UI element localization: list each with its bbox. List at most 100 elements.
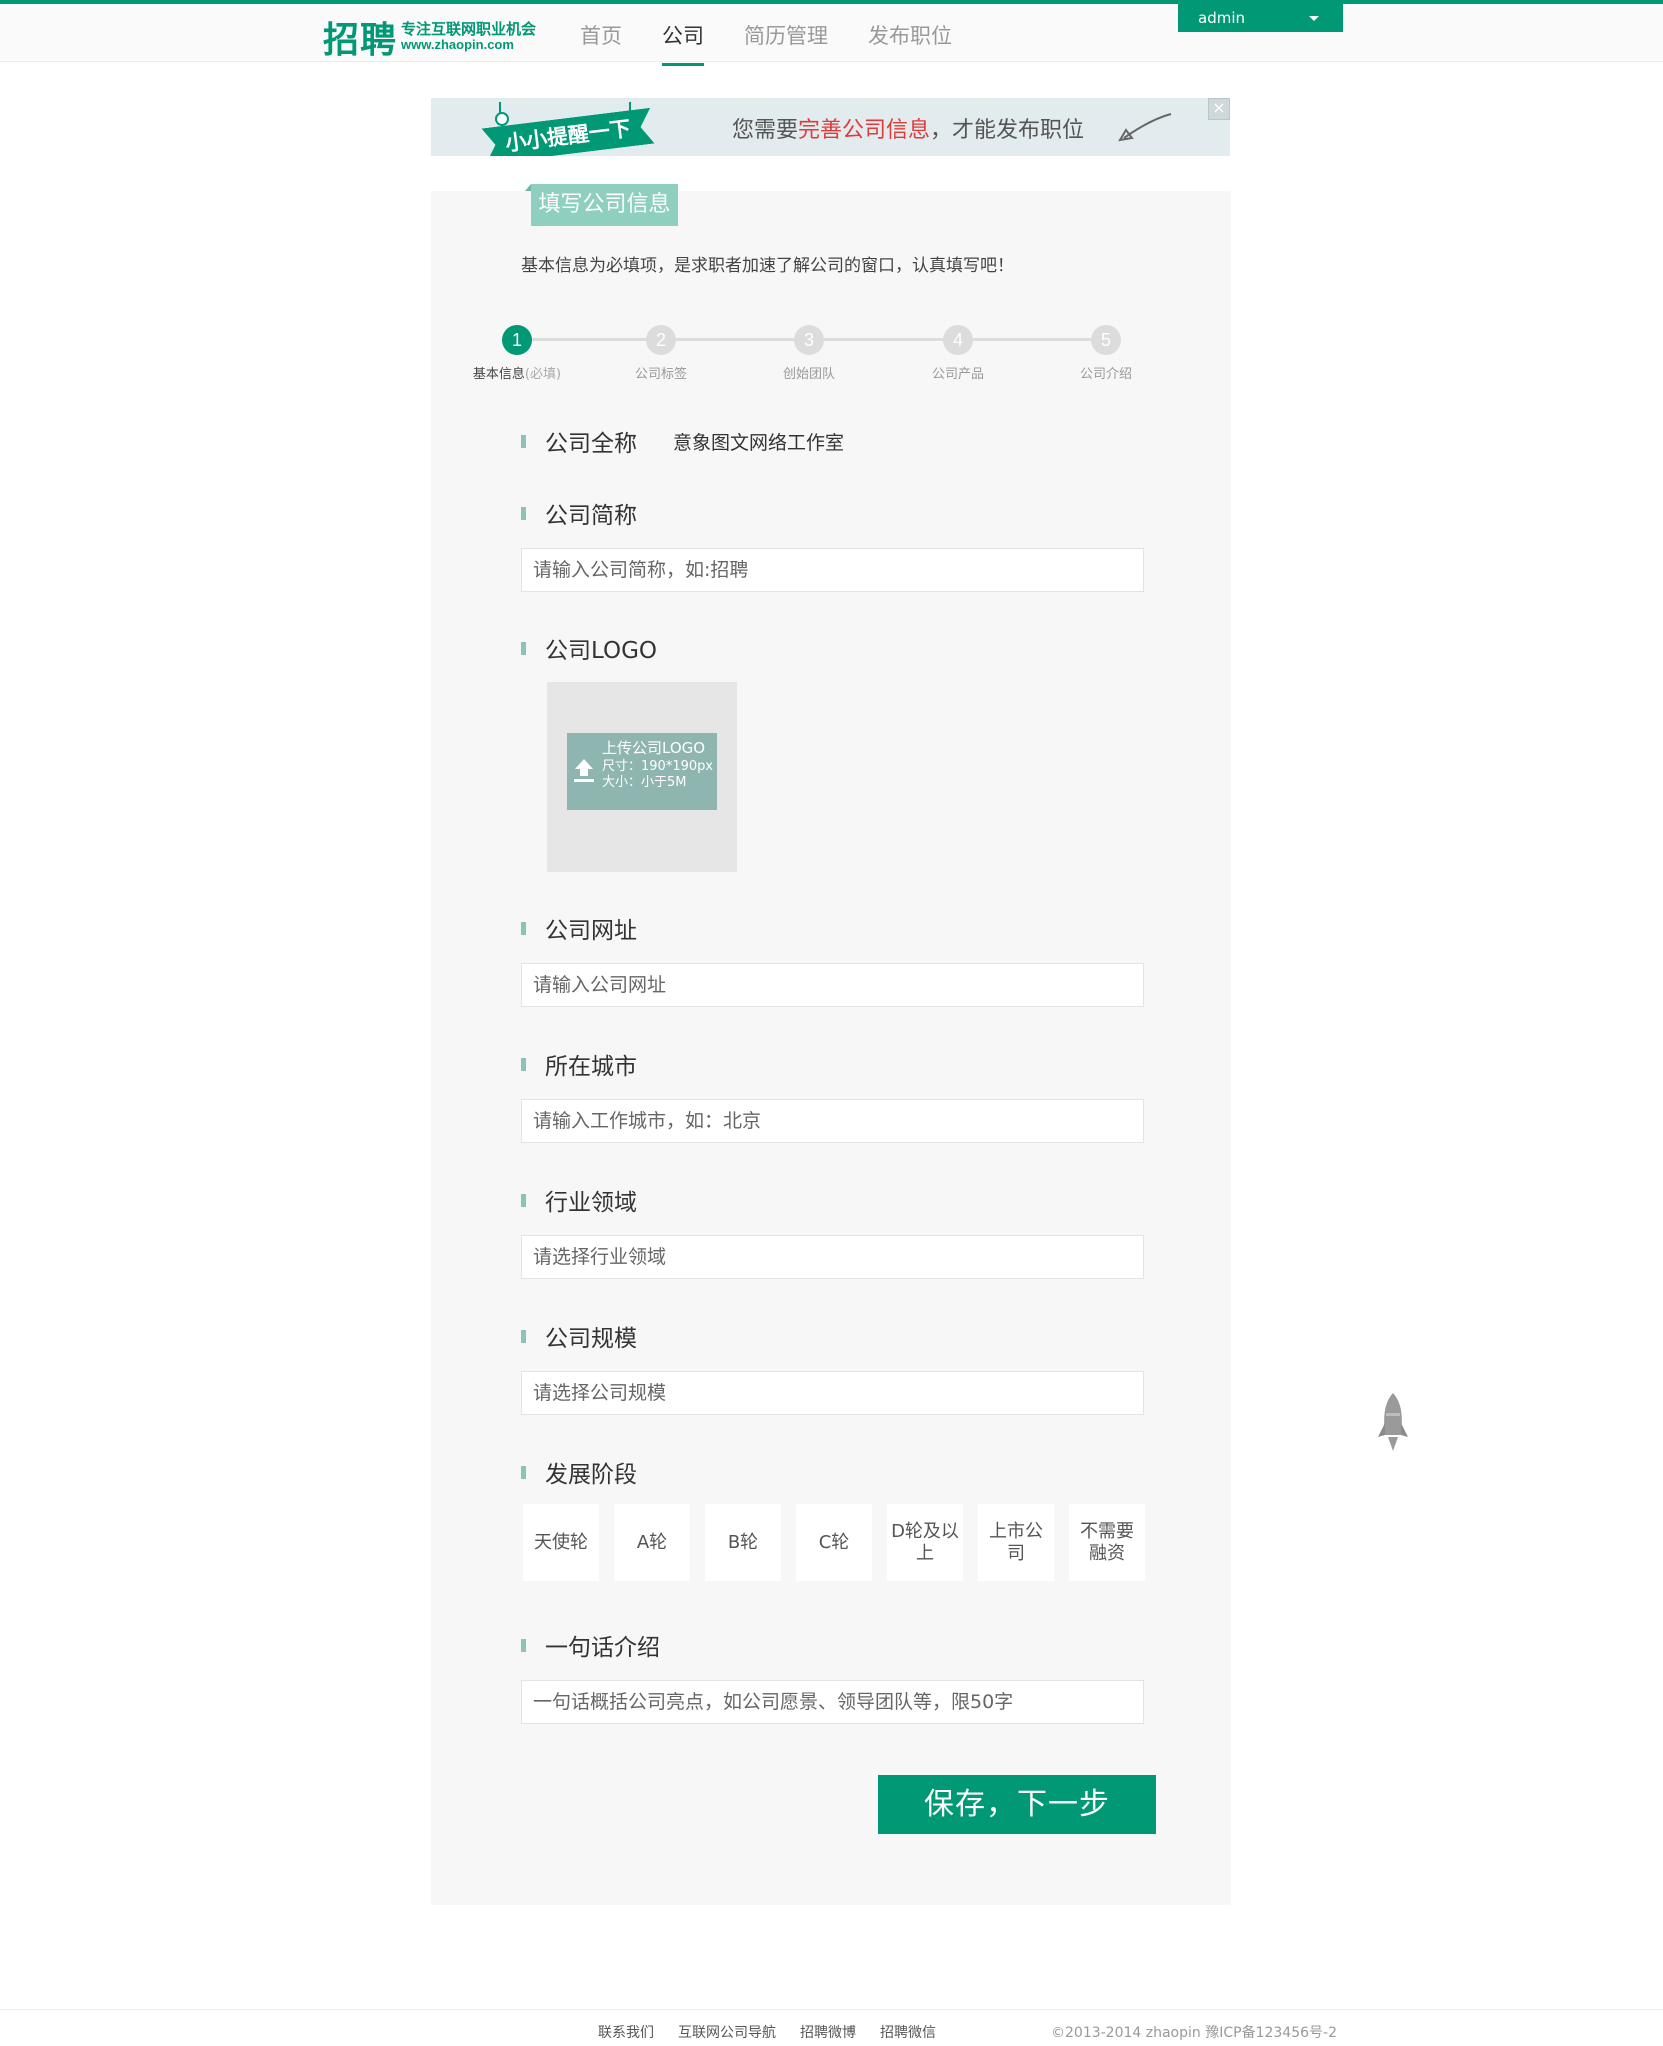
stage-option-no-funding[interactable]: 不需要融资 xyxy=(1069,1504,1145,1581)
field-website-label: 公司网址 xyxy=(545,918,637,944)
site-logo[interactable]: 招聘 专注互联网职业机会 www.zhaopin.com xyxy=(323,14,537,61)
field-marker xyxy=(521,921,526,935)
field-short-name: 公司简称 xyxy=(521,496,637,530)
footer-link-contact[interactable]: 联系我们 xyxy=(598,2022,654,2042)
nav-home[interactable]: 首页 xyxy=(580,8,622,66)
logo-slogan: 专注互联网职业机会 xyxy=(401,19,537,38)
step-1-dot[interactable]: 1 xyxy=(502,325,532,355)
logo-sub: 专注互联网职业机会 www.zhaopin.com xyxy=(401,19,537,53)
footer-link-company-nav[interactable]: 互联网公司导航 xyxy=(678,2022,776,2042)
step-4-dot[interactable]: 4 xyxy=(943,325,973,355)
field-marker xyxy=(521,1465,526,1479)
field-scale-label: 公司规模 xyxy=(545,1326,637,1352)
user-menu[interactable]: admin xyxy=(1178,4,1343,32)
upload-size: 尺寸：190*190px xyxy=(602,758,714,774)
upload-limit: 大小：小于5M xyxy=(602,775,687,791)
field-marker xyxy=(521,1057,526,1071)
field-intro-label: 一句话介绍 xyxy=(545,1635,660,1661)
logo-upload-area: 上传公司LOGO 尺寸：190*190px 大小：小于5M xyxy=(547,682,737,872)
field-logo-label: 公司LOGO xyxy=(545,638,658,664)
field-marker xyxy=(521,641,526,655)
reminder-text-before: 您需要 xyxy=(732,118,799,143)
step-3-dot[interactable]: 3 xyxy=(794,325,824,355)
step-2-label: 公司标签 xyxy=(634,367,687,382)
field-marker xyxy=(521,1638,526,1652)
full-name-value: 意象图文网络工作室 xyxy=(673,431,845,454)
site-footer: 联系我们 互联网公司导航 招聘微博 招聘微信 ©2013-2014 zhaopi… xyxy=(0,2009,1663,2046)
nav-post-job[interactable]: 发布职位 xyxy=(868,8,952,66)
save-next-button[interactable]: 保存，下一步 xyxy=(878,1775,1156,1834)
chevron-down-icon xyxy=(1309,16,1319,21)
field-marker xyxy=(521,434,526,448)
step-connector xyxy=(824,338,943,341)
stage-option-angel[interactable]: 天使轮 xyxy=(523,1504,599,1581)
step-connector xyxy=(676,338,794,341)
field-city-label: 所在城市 xyxy=(545,1054,637,1080)
step-connector xyxy=(973,338,1091,341)
nav-company[interactable]: 公司 xyxy=(662,8,704,66)
field-website: 公司网址 xyxy=(521,911,637,945)
step-connector xyxy=(532,338,646,341)
step-4-label: 公司产品 xyxy=(931,367,984,382)
reminder-text: 您需要完善公司信息，才能发布职位 xyxy=(732,112,1084,144)
field-industry: 行业领域 xyxy=(521,1183,637,1217)
field-marker xyxy=(521,1329,526,1343)
nav-resume[interactable]: 简历管理 xyxy=(744,8,828,66)
arrow-icon xyxy=(1118,113,1172,142)
stage-option-d-plus[interactable]: D轮及以上 xyxy=(887,1504,963,1581)
reminder-text-highlight: 完善公司信息 xyxy=(798,118,931,143)
logo-main-text: 招聘 xyxy=(323,20,398,61)
field-short-name-label: 公司简称 xyxy=(545,503,637,529)
stage-option-listed[interactable]: 上市公司 xyxy=(978,1504,1054,1581)
scale-select[interactable]: 请选择公司规模 xyxy=(521,1371,1144,1415)
progress-steps: 1 2 3 4 5 基本信息(必填) 公司标签 创始团队 公司产品 公司介绍 xyxy=(473,323,1171,393)
field-stage-label: 发展阶段 xyxy=(545,1462,637,1488)
footer-link-wechat[interactable]: 招聘微信 xyxy=(880,2022,936,2042)
company-form-card: 填写公司信息 基本信息为必填项，是求职者加速了解公司的窗口，认真填写吧！ 1 2… xyxy=(431,184,1231,1905)
reminder-ribbon: 小小提醒一下 xyxy=(483,102,653,156)
field-logo: 公司LOGO xyxy=(521,631,657,665)
stage-option-b[interactable]: B轮 xyxy=(705,1504,781,1581)
step-2-dot[interactable]: 2 xyxy=(646,325,676,355)
logo-url: www.zhaopin.com xyxy=(401,37,514,53)
upload-info: 上传公司LOGO 尺寸：190*190px 大小：小于5M xyxy=(602,739,713,792)
upload-icon xyxy=(574,759,594,782)
intro-input[interactable]: 一句话概括公司亮点，如公司愿景、领导团队等，限50字 xyxy=(521,1680,1144,1724)
field-full-name-label: 公司全称 xyxy=(545,431,637,457)
main-nav: 首页 公司 简历管理 发布职位 xyxy=(580,8,992,66)
city-input[interactable]: 请输入工作城市，如：北京 xyxy=(521,1099,1144,1143)
user-name: admin xyxy=(1198,9,1245,27)
field-intro: 一句话介绍 xyxy=(521,1628,660,1662)
stage-option-c[interactable]: C轮 xyxy=(796,1504,872,1581)
card-title-tag: 填写公司信息 xyxy=(525,184,678,226)
website-input[interactable]: 请输入公司网址 xyxy=(521,963,1144,1007)
field-stage: 发展阶段 xyxy=(521,1455,637,1489)
reminder-text-after: ，才能发布职位 xyxy=(930,118,1085,143)
field-marker xyxy=(521,506,526,520)
step-3-label: 创始团队 xyxy=(782,367,835,382)
field-full-name: 公司全称 意象图文网络工作室 xyxy=(521,424,844,458)
step-1-label: 基本信息(必填) xyxy=(457,363,577,382)
footer-links: 联系我们 互联网公司导航 招聘微博 招聘微信 xyxy=(598,2022,960,2042)
pin-icon xyxy=(495,102,509,126)
stage-options: 天使轮 A轮 B轮 C轮 D轮及以上 上市公司 不需要融资 xyxy=(523,1504,1160,1581)
upload-title: 上传公司LOGO xyxy=(602,739,706,757)
stage-option-a[interactable]: A轮 xyxy=(614,1504,690,1581)
field-industry-label: 行业领域 xyxy=(545,1190,637,1216)
step-1-label-text: 基本信息 xyxy=(472,367,525,382)
step-1-required-note: (必填) xyxy=(524,367,562,382)
close-icon[interactable]: × xyxy=(1208,98,1230,120)
field-city: 所在城市 xyxy=(521,1047,637,1081)
short-name-input[interactable]: 请输入公司简称，如:招聘 xyxy=(521,548,1144,592)
step-5-dot[interactable]: 5 xyxy=(1091,325,1121,355)
step-5-label: 公司介绍 xyxy=(1079,367,1132,382)
field-scale: 公司规模 xyxy=(521,1319,637,1353)
reminder-banner: 小小提醒一下 您需要完善公司信息，才能发布职位 × xyxy=(431,98,1230,156)
footer-link-weibo[interactable]: 招聘微博 xyxy=(800,2022,856,2042)
rocket-icon[interactable] xyxy=(1376,1391,1410,1457)
upload-logo-button[interactable]: 上传公司LOGO 尺寸：190*190px 大小：小于5M xyxy=(567,733,717,810)
industry-select[interactable]: 请选择行业领域 xyxy=(521,1235,1144,1279)
card-intro: 基本信息为必填项，是求职者加速了解公司的窗口，认真填写吧！ xyxy=(521,256,1014,276)
field-marker xyxy=(521,1193,526,1207)
footer-copyright: ©2013-2014 zhaopin 豫ICP备123456号-2 xyxy=(1051,2025,1337,2041)
